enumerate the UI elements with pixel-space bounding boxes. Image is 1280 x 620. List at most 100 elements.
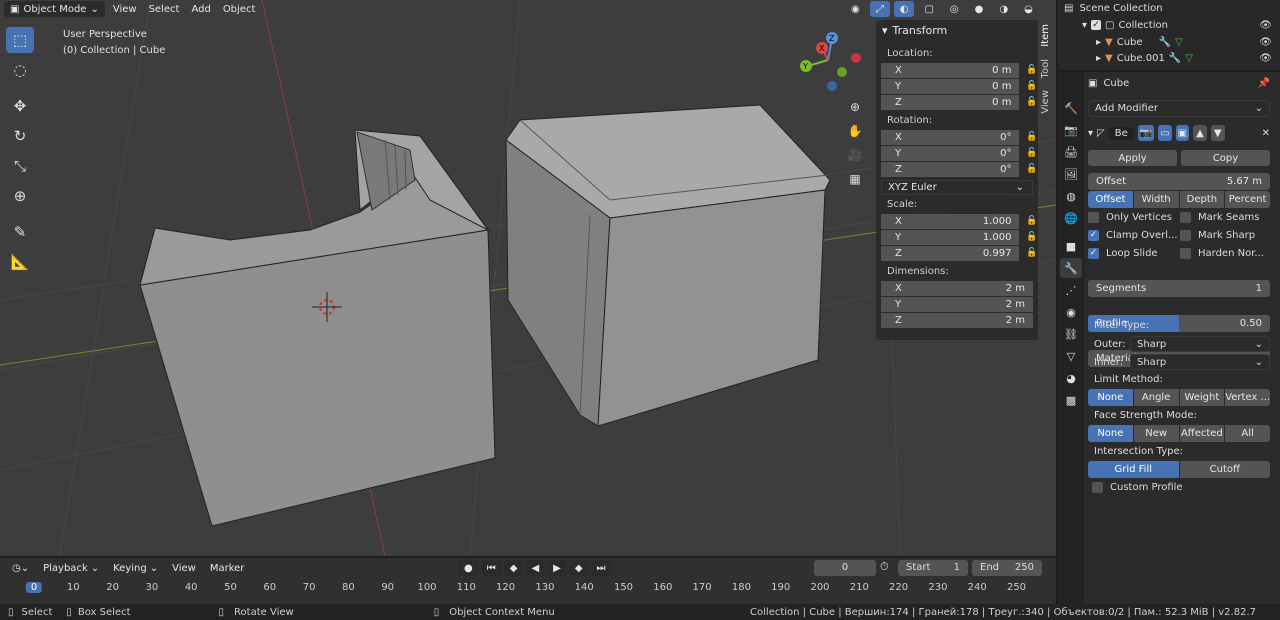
lock-icon[interactable]: 🔓	[1025, 248, 1038, 258]
outliner-item-cube-001[interactable]: ▸ ▼ Cube.001 🔧 ▽ 👁	[1096, 50, 1278, 66]
xray-icon[interactable]: ▢	[918, 1, 939, 17]
add-modifier-dropdown[interactable]: Add Modifier ⌄	[1088, 100, 1270, 117]
pin-icon[interactable]: 📌	[1258, 78, 1270, 89]
modifier-tab-icon[interactable]: 🔧	[1060, 258, 1082, 278]
outer-miter-dropdown[interactable]: Sharp ⌄	[1130, 336, 1270, 352]
harden-normals-checkbox[interactable]: Harden Nor...	[1180, 244, 1270, 262]
scale-x-field[interactable]: X 1.000	[881, 213, 1020, 229]
menu-add[interactable]: Add	[187, 1, 214, 17]
loop-slide-checkbox[interactable]: ✓ Loop Slide	[1088, 244, 1180, 262]
annotate-tool-icon[interactable]: ✎	[6, 219, 34, 245]
location-y-field[interactable]: Y 0 m	[881, 78, 1020, 94]
custom-profile-checkbox[interactable]: Custom Profile	[1088, 478, 1270, 496]
end-frame-field[interactable]: End 250	[972, 560, 1042, 576]
texture-tab-icon[interactable]: ▩	[1060, 390, 1082, 410]
limit-none[interactable]: None	[1088, 389, 1133, 406]
show-in-editmode-icon[interactable]: 📷	[1137, 125, 1155, 141]
menu-timeline-view[interactable]: View	[166, 560, 202, 576]
rotate-tool-icon[interactable]: ↻	[6, 123, 34, 149]
prev-key-icon[interactable]: ◆	[503, 560, 524, 576]
viewport-visibility-icon[interactable]: ◉	[845, 1, 866, 17]
mark-sharp-checkbox[interactable]: Mark Sharp	[1180, 226, 1270, 244]
scene-collection-row[interactable]: ▤ Scene Collection	[1064, 0, 1163, 16]
clock-icon[interactable]: ◷⌄	[6, 560, 35, 576]
lock-icon[interactable]: 🔓	[1025, 216, 1038, 226]
chevron-down-icon[interactable]: ▾	[1088, 128, 1093, 139]
record-icon[interactable]: ●	[458, 560, 479, 576]
location-z-field[interactable]: Z 0 m	[881, 94, 1020, 110]
cube-object[interactable]	[139, 129, 496, 527]
play-icon[interactable]: ▶	[547, 560, 567, 576]
intersection-grid-fill[interactable]: Grid Fill	[1088, 461, 1179, 478]
mark-seams-checkbox[interactable]: Mark Seams	[1180, 208, 1270, 226]
show-render-icon[interactable]: ▭	[1158, 125, 1172, 141]
eye-icon[interactable]: 👁	[1259, 53, 1272, 64]
collection-row[interactable]: ▾ ✓ ▢ Collection 👁	[1082, 17, 1278, 33]
next-key-icon[interactable]: ◆	[568, 560, 589, 576]
lock-icon[interactable]: 🔓	[1025, 148, 1038, 158]
checkbox-icon[interactable]: ✓	[1091, 20, 1102, 30]
view-layer-tab-icon[interactable]: 🖼	[1060, 164, 1082, 184]
only-vertices-checkbox[interactable]: Only Vertices	[1088, 208, 1180, 226]
tab-item[interactable]: Item	[1040, 20, 1056, 51]
limit-vertex[interactable]: Vertex ...	[1225, 389, 1270, 406]
menu-playback[interactable]: Playback ⌄	[37, 560, 105, 576]
overlay-toggle-icon[interactable]: ◐	[893, 1, 915, 17]
lock-icon[interactable]: 🔓	[1025, 97, 1038, 107]
camera-icon[interactable]: 🎥	[844, 144, 866, 166]
cube-001-object[interactable]	[505, 104, 831, 427]
face-none[interactable]: None	[1088, 425, 1133, 442]
cursor-tool-icon[interactable]: ◌	[6, 57, 34, 83]
face-new[interactable]: New	[1133, 425, 1179, 442]
lock-icon[interactable]: 🔓	[1025, 232, 1038, 242]
scale-tool-icon[interactable]: ⤡	[6, 153, 34, 179]
scale-y-field[interactable]: Y 1.000	[881, 229, 1020, 245]
transform-header[interactable]: ▾ Transform	[876, 20, 1038, 40]
lock-icon[interactable]: 🔓	[1025, 65, 1038, 75]
menu-keying[interactable]: Keying ⌄	[107, 560, 164, 576]
grid-ortho-icon[interactable]: ▦	[844, 168, 866, 190]
menu-marker[interactable]: Marker	[204, 560, 251, 576]
scale-z-field[interactable]: Z 0.997	[881, 245, 1020, 261]
select-box-tool-icon[interactable]: ⬚	[6, 27, 34, 53]
jump-end-icon[interactable]: ⏭	[590, 560, 612, 576]
lock-icon[interactable]: 🔓	[1025, 164, 1038, 174]
menu-view[interactable]: View	[109, 1, 141, 17]
gizmo-toggle-icon[interactable]: ⤢	[869, 1, 890, 17]
object-tab-icon[interactable]: ■	[1060, 236, 1082, 256]
limit-angle[interactable]: Angle	[1133, 389, 1179, 406]
move-down-icon[interactable]: ▼	[1210, 125, 1225, 141]
tab-view[interactable]: View	[1040, 86, 1056, 118]
render-tab-icon[interactable]: 📷	[1060, 120, 1082, 140]
constraints-tab-icon[interactable]: ⛓	[1060, 324, 1082, 344]
lock-icon[interactable]: 🔓	[1025, 81, 1038, 91]
physics-tab-icon[interactable]: ◉	[1060, 302, 1082, 322]
tool-tab-icon[interactable]: 🔨	[1060, 98, 1082, 118]
modifier-name-field[interactable]: Be	[1108, 126, 1134, 140]
hand-pan-icon[interactable]: ✋	[844, 120, 866, 142]
eye-icon[interactable]: 👁	[1259, 37, 1272, 48]
move-up-icon[interactable]: ▲	[1193, 125, 1207, 141]
menu-object[interactable]: Object	[219, 1, 260, 17]
jump-start-icon[interactable]: ⏮	[480, 560, 502, 576]
shading-wireframe-icon[interactable]: ◎	[944, 1, 965, 17]
rotation-z-field[interactable]: Z 0°	[881, 161, 1020, 177]
location-x-field[interactable]: X 0 m	[881, 62, 1020, 78]
intersection-cutoff[interactable]: Cutoff	[1179, 461, 1270, 478]
play-reverse-icon[interactable]: ◀	[525, 560, 546, 576]
shading-solid-icon[interactable]: ●	[969, 1, 990, 17]
width-type-percent[interactable]: Percent	[1225, 191, 1270, 208]
face-affected[interactable]: Affected	[1179, 425, 1225, 442]
mode-dropdown[interactable]: ▣ Object Mode ⌄	[4, 1, 105, 17]
dimensions-z-field[interactable]: Z 2 m	[881, 312, 1033, 328]
rotation-x-field[interactable]: X 0°	[881, 129, 1020, 145]
close-icon[interactable]: ✕	[1262, 128, 1270, 139]
width-type-offset[interactable]: Offset	[1088, 191, 1133, 208]
face-all[interactable]: All	[1225, 425, 1270, 442]
segments-field[interactable]: Segments 1	[1088, 280, 1270, 297]
data-tab-icon[interactable]: ▽	[1060, 346, 1082, 366]
dimensions-x-field[interactable]: X 2 m	[881, 280, 1033, 296]
outliner-item-cube[interactable]: ▸ ▼ Cube 🔧 ▽ 👁	[1096, 34, 1278, 50]
clamp-overlap-checkbox[interactable]: ✓ Clamp Overl...	[1088, 226, 1180, 244]
show-viewport-icon[interactable]: ▣	[1175, 125, 1190, 141]
